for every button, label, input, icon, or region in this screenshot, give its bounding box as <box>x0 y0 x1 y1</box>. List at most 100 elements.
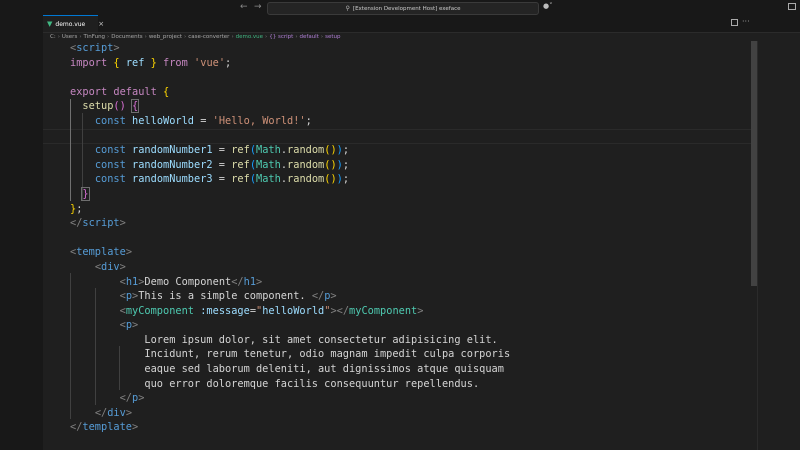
code-line[interactable]: </script> <box>70 216 510 231</box>
code-token: random <box>287 173 325 186</box>
chevron-right-icon: › <box>57 33 60 40</box>
code-line[interactable]: export default { <box>70 85 510 100</box>
code-token: ref <box>125 56 145 69</box>
code-token: Incidunt, rerum tenetur, odio magnam imp… <box>70 348 511 361</box>
tab-demo-vue[interactable]: ▼ demo.vue × <box>43 15 104 32</box>
code-token: helloWorld <box>132 114 195 127</box>
code-token: from <box>163 56 188 69</box>
code-token: () <box>324 144 337 157</box>
title-bar: ← → ⚲ [Extension Development Host] exefa… <box>0 0 800 15</box>
breadcrumb-item[interactable]: case-converter <box>188 34 229 40</box>
code-token: const <box>94 114 126 127</box>
code-line[interactable]: Lorem ipsum dolor, sit amet consectetur … <box>70 333 510 348</box>
split-editor-icon[interactable] <box>731 19 738 26</box>
code-line[interactable]: <script> <box>70 41 510 56</box>
code-token: ; <box>342 158 350 171</box>
chevron-right-icon: › <box>79 33 82 40</box>
code-line[interactable]: const randomNumber1 = ref(Math.random())… <box>70 143 510 158</box>
code-token: = <box>194 114 213 127</box>
code-line[interactable]: setup() { <box>70 99 510 114</box>
code-line[interactable]: eaque sed laborum deleniti, aut dignissi… <box>70 362 510 377</box>
code-token: h1 <box>243 275 257 288</box>
code-line[interactable]: const helloWorld = 'Hello, World!'; <box>70 114 510 129</box>
breadcrumb-item[interactable]: Users <box>62 34 77 40</box>
code-token: template <box>76 246 126 259</box>
code-line[interactable]: Incidunt, rerum tenetur, odio magnam imp… <box>70 347 510 362</box>
code-line[interactable]: <p>This is a simple component. </p> <box>70 289 510 304</box>
code-token: > <box>330 290 337 303</box>
breadcrumb-item[interactable]: C: <box>50 34 56 40</box>
code-token: ref <box>231 173 250 186</box>
code-line[interactable]: <h1>Demo Component</h1> <box>70 275 510 290</box>
code-token: randomNumber1 <box>132 144 213 157</box>
code-token: > <box>113 42 120 54</box>
code-line[interactable]: const randomNumber2 = ref(Math.random())… <box>70 158 510 173</box>
code-line[interactable]: <div> <box>70 260 510 275</box>
code-lines: <script> import { ref } from 'vue'; expor… <box>70 41 510 435</box>
code-token: import <box>70 56 108 69</box>
code-token: { <box>130 99 140 114</box>
code-token: = <box>212 173 232 186</box>
code-token: 'vue' <box>194 56 226 69</box>
code-token: > <box>138 392 145 405</box>
code-line[interactable]: const randomNumber3 = ref(Math.random())… <box>70 172 510 187</box>
code-token: helloWorld <box>262 304 325 317</box>
code-line[interactable]: }; <box>70 202 510 217</box>
code-token: > <box>417 304 424 317</box>
code-token: :message <box>200 304 250 317</box>
code-token: > <box>256 275 263 288</box>
code-token: Lorem ipsum dolor, sit amet consectetur … <box>70 333 498 346</box>
arrow-right-icon[interactable]: → <box>254 2 262 12</box>
command-center[interactable]: ⚲ [Extension Development Host] exeface <box>267 2 539 15</box>
code-token: eaque sed laborum deleniti, aut dignissi… <box>70 363 504 376</box>
chevron-right-icon: › <box>107 33 110 40</box>
copilot-icon[interactable]: ●˅ <box>543 2 553 10</box>
code-line[interactable] <box>70 231 510 246</box>
layout-icon[interactable] <box>788 3 796 10</box>
tab-strip <box>43 15 800 33</box>
code-token: const <box>94 144 126 157</box>
code-token: myComponent <box>349 304 418 317</box>
activity-bar <box>0 15 43 450</box>
code-line[interactable]: } <box>70 186 510 202</box>
breadcrumb-item[interactable]: web_project <box>149 34 182 40</box>
chevron-right-icon: › <box>144 33 147 40</box>
code-token: const <box>94 173 126 186</box>
command-center-label: [Extension Development Host] exeface <box>352 5 461 12</box>
code-token: ; <box>225 56 232 69</box>
code-line[interactable]: </p> <box>70 391 510 406</box>
code-line[interactable]: import { ref } from 'vue'; <box>70 56 510 71</box>
code-token: export <box>70 85 108 98</box>
code-token: ></ <box>330 304 350 317</box>
more-actions-icon[interactable]: ··· <box>742 17 750 26</box>
code-token: () <box>113 100 126 113</box>
code-line[interactable] <box>70 129 510 144</box>
code-token: () <box>324 158 337 171</box>
breadcrumb-item[interactable]: {} script <box>269 34 293 40</box>
code-token: > <box>125 246 133 259</box>
breadcrumb-item[interactable]: default <box>300 34 319 40</box>
breadcrumb-item[interactable]: TinFung <box>84 34 106 40</box>
code-line[interactable]: <myComponent :message="helloWorld"></myC… <box>70 304 510 319</box>
breadcrumb-item[interactable]: setup <box>325 34 340 40</box>
arrow-left-icon[interactable]: ← <box>240 2 248 12</box>
code-token: setup <box>82 100 114 113</box>
code-token: </ <box>231 275 244 288</box>
code-line[interactable]: <p> <box>70 318 510 333</box>
code-line[interactable] <box>70 70 510 85</box>
code-token: > <box>125 406 133 419</box>
breadcrumb-item[interactable]: demo.vue <box>236 34 263 40</box>
breadcrumb-item[interactable]: Documents <box>111 34 142 40</box>
close-icon[interactable]: × <box>98 20 104 28</box>
code-line[interactable]: quo error doloremque facilis consequuntu… <box>70 377 510 392</box>
code-line[interactable]: <template> <box>70 245 510 260</box>
code-line[interactable]: </div> <box>70 406 510 421</box>
code-line[interactable]: </template> <box>70 420 510 435</box>
code-token: } <box>81 186 90 201</box>
